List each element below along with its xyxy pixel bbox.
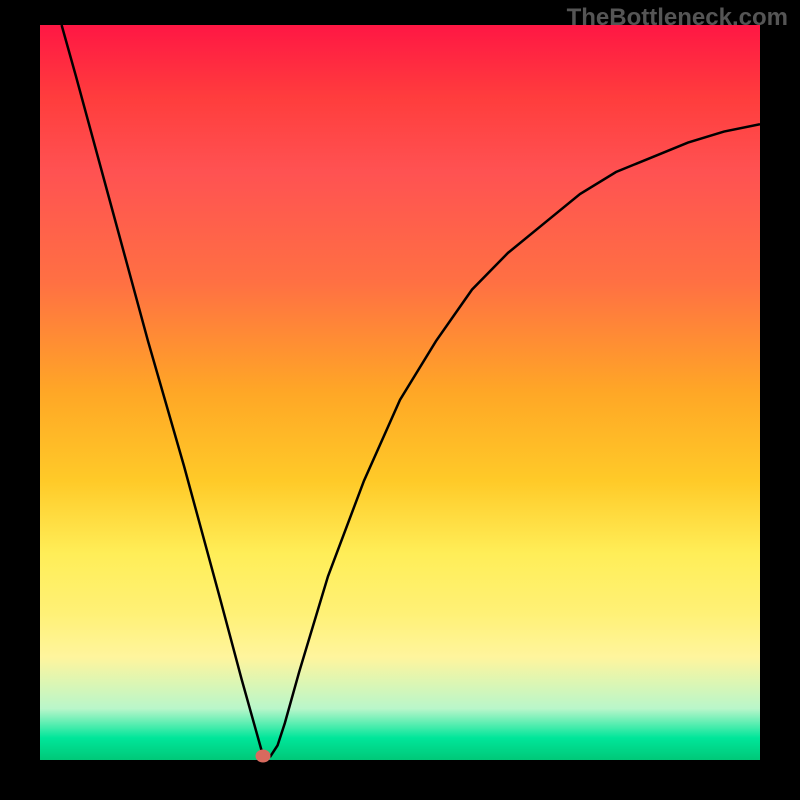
watermark-text: TheBottleneck.com [567, 4, 788, 32]
optimal-point-marker [256, 750, 271, 763]
chart-container: TheBottleneck.com [0, 0, 800, 800]
bottleneck-curve-path [62, 25, 760, 756]
curve-svg [40, 25, 760, 760]
